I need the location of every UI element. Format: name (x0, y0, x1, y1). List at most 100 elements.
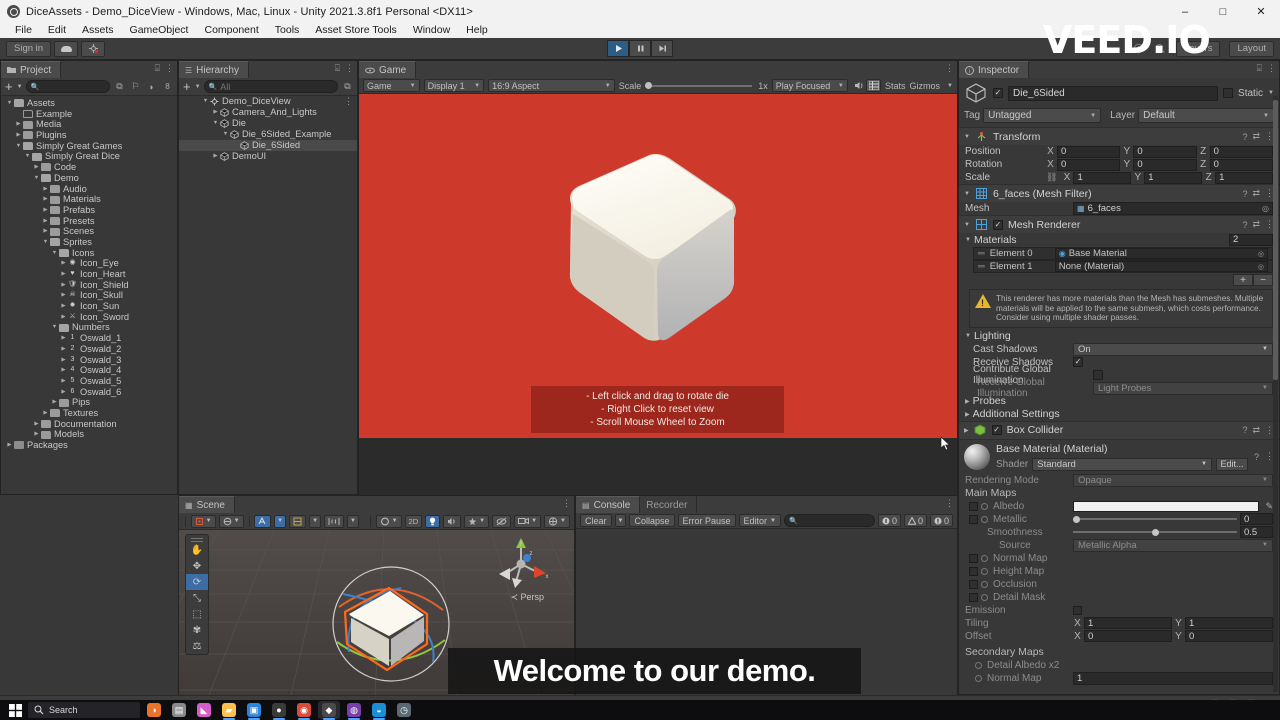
hierarchy-item[interactable]: ▶ Camera_And_Lights (179, 107, 357, 118)
project-search-input[interactable] (39, 81, 105, 92)
transform-scale-x-field[interactable]: 1 (1073, 171, 1132, 184)
app-blue-icon[interactable]: ▣ (243, 701, 265, 720)
smoothness-value[interactable]: 0.5 (1240, 526, 1273, 538)
expand-arrow-icon[interactable]: ▶ (59, 333, 68, 344)
app-pink-icon[interactable]: ◣ (193, 701, 215, 719)
2d-toggle-button[interactable]: 2D (404, 514, 423, 528)
collapse-arrow-icon[interactable]: ▼ (964, 222, 970, 228)
close-button[interactable]: ✕ (1242, 0, 1280, 23)
project-search-box[interactable]: 🔍 (25, 80, 110, 93)
project-tree-item[interactable]: ▶ ☠ Icon_Skull (1, 290, 177, 301)
expand-arrow-icon[interactable]: ▶ (965, 398, 970, 405)
mesh-renderer-header[interactable]: ▼ Mesh Renderer ? ⇄ ⋮ (959, 216, 1279, 233)
collapse-arrow-icon[interactable]: ▼ (201, 96, 210, 107)
console-error-counter[interactable]: 0 (929, 514, 953, 527)
detail-mask-texture-slot[interactable] (969, 592, 978, 602)
grid-snap-button[interactable] (254, 514, 272, 528)
project-tree-item[interactable]: ▶ ♥ Icon_Heart (1, 269, 177, 280)
display-dropdown[interactable]: Display 1 ▼ (423, 79, 485, 92)
source-dropdown[interactable]: Metallic Alpha ▼ (1073, 538, 1273, 552)
aspect-ratio-dropdown[interactable]: 16:9 Aspect ▼ (488, 79, 615, 92)
collapse-arrow-icon[interactable]: ▼ (964, 134, 970, 140)
scene-camera-button[interactable]: ▼ (514, 514, 542, 528)
github-icon[interactable]: ◍ (343, 701, 365, 720)
expand-arrow-icon[interactable]: ▶ (14, 119, 23, 130)
minimize-button[interactable]: – (1166, 0, 1204, 23)
preset-icon[interactable]: ⇄ (1252, 131, 1260, 142)
panel-menu-icon[interactable]: ⋮ (562, 498, 571, 509)
mesh-object-field[interactable]: ▦ 6_faces ◎ (1073, 202, 1273, 215)
hierarchy-tree[interactable]: ▼ Demo_DiceView ⋮ ▶ Camera_And_Lights ▼ Die ▼ Di… (179, 96, 357, 162)
menu-assets[interactable]: Assets (74, 23, 122, 38)
stats-button[interactable]: Stats (885, 81, 906, 91)
project-tree-item[interactable]: ▶ Scenes (1, 226, 177, 237)
scene-visibility-button[interactable]: ▼ (544, 514, 570, 528)
hierarchy-item[interactable]: ▶Die_6Sided (179, 140, 357, 151)
project-tree-item[interactable]: ▼ Demo (1, 173, 177, 184)
project-tree-item[interactable]: ▶ Media (1, 119, 177, 130)
height-map-texture-slot[interactable] (969, 566, 978, 576)
collapse-arrow-icon[interactable]: ▼ (964, 191, 970, 197)
gizmos-button[interactable]: Gizmos (910, 81, 941, 91)
snap-increment-button[interactable] (324, 514, 345, 528)
metallic-slider[interactable] (1073, 514, 1237, 525)
tab-recorder[interactable]: Recorder (640, 496, 698, 513)
panel-menu-icon[interactable]: ⋮ (945, 498, 954, 509)
search-filter-icon[interactable]: ⧉ (113, 80, 126, 93)
pivot-rotation-button[interactable]: ▼ (218, 514, 244, 528)
chevron-down-icon[interactable]: ▼ (17, 84, 23, 90)
expand-arrow-icon[interactable]: ▶ (59, 258, 68, 269)
project-tree-item[interactable]: ▶ Pips (1, 397, 177, 408)
expand-arrow-icon[interactable]: ▶ (14, 130, 23, 141)
expand-arrow-icon[interactable]: ▶ (59, 344, 68, 355)
mesh-renderer-enabled-checkbox[interactable] (992, 219, 1003, 230)
expand-arrow-icon[interactable]: ▶ (59, 290, 68, 301)
console-warning-counter[interactable]: 0 (903, 514, 927, 527)
expand-arrow-icon[interactable]: ▶ (59, 301, 68, 312)
panel-menu-icon[interactable]: ⋮ (1267, 63, 1276, 74)
transform-tool-icon[interactable]: ✾ (186, 622, 208, 638)
transform-scale-z-field[interactable]: 1 (1215, 171, 1274, 184)
collapse-arrow-icon[interactable]: ▼ (221, 129, 230, 140)
help-icon[interactable]: ? (1242, 132, 1247, 142)
lock-icon[interactable]: ⌺ (155, 63, 160, 74)
maximize-button[interactable]: □ (1204, 0, 1242, 23)
play-mode-dropdown[interactable]: Play Focused ▼ (771, 79, 848, 92)
collapse-arrow-icon[interactable]: ▼ (211, 118, 220, 129)
panel-menu-icon[interactable]: ⋮ (165, 63, 174, 74)
filter-label-icon[interactable]: ◗ (145, 80, 158, 93)
normal-map-texture-slot[interactable] (969, 553, 978, 563)
project-tree-item[interactable]: ▶ Textures (1, 408, 177, 419)
mesh-filter-header[interactable]: ▼ 6_faces (Mesh Filter) ? ⇄ ⋮ (959, 185, 1279, 202)
collapse-arrow-icon[interactable]: ▼ (50, 248, 59, 259)
project-tree-item[interactable]: ▶Example (1, 109, 177, 120)
expand-arrow-icon[interactable]: ▶ (964, 427, 969, 434)
project-tree-item[interactable]: ▼ Simply Great Dice (1, 151, 177, 162)
project-tree-item[interactable]: ▶ Models (1, 429, 177, 440)
rendering-mode-dropdown[interactable]: Opaque ▼ (1073, 473, 1273, 487)
edge-icon[interactable]: ◒ (368, 701, 390, 720)
add-gameobject-button[interactable]: + (182, 80, 192, 93)
collapse-arrow-icon[interactable]: ▼ (41, 237, 50, 248)
scale-tool-icon[interactable]: ⤡ (186, 590, 208, 606)
file-explorer-icon[interactable]: ▰ (218, 701, 240, 720)
metallic-texture-slot[interactable] (969, 514, 978, 524)
search-icon[interactable] (1154, 42, 1167, 55)
chevron-down-icon[interactable]: ▼ (195, 84, 201, 90)
tab-inspector[interactable]: i Inspector (959, 61, 1030, 78)
snap-increment-dropdown[interactable]: ▼ (347, 514, 359, 528)
scene-lighting-button[interactable] (425, 514, 441, 528)
drag-handle-icon[interactable]: ═ (978, 261, 985, 272)
expand-arrow-icon[interactable]: ▶ (211, 107, 220, 118)
project-tree-item[interactable]: ▶ ⚔ Icon_Sword (1, 312, 177, 323)
box-collider-enabled-checkbox[interactable] (991, 425, 1002, 435)
box-collider-header[interactable]: ▶ Box Collider ? ⇄ ⋮ (959, 421, 1279, 439)
inspector-scrollbar-thumb[interactable] (1273, 100, 1278, 380)
help-icon[interactable]: ? (1254, 452, 1259, 462)
lock-icon[interactable]: ⌺ (1257, 63, 1262, 74)
game-view-mode-dropdown[interactable]: Game ▼ (363, 79, 420, 92)
hand-tool-icon[interactable]: ✋ (186, 542, 208, 558)
console-error-pause-button[interactable]: Error Pause (677, 514, 736, 527)
expand-arrow-icon[interactable]: ▶ (50, 397, 59, 408)
preset-icon[interactable]: ⇄ (1252, 219, 1260, 230)
